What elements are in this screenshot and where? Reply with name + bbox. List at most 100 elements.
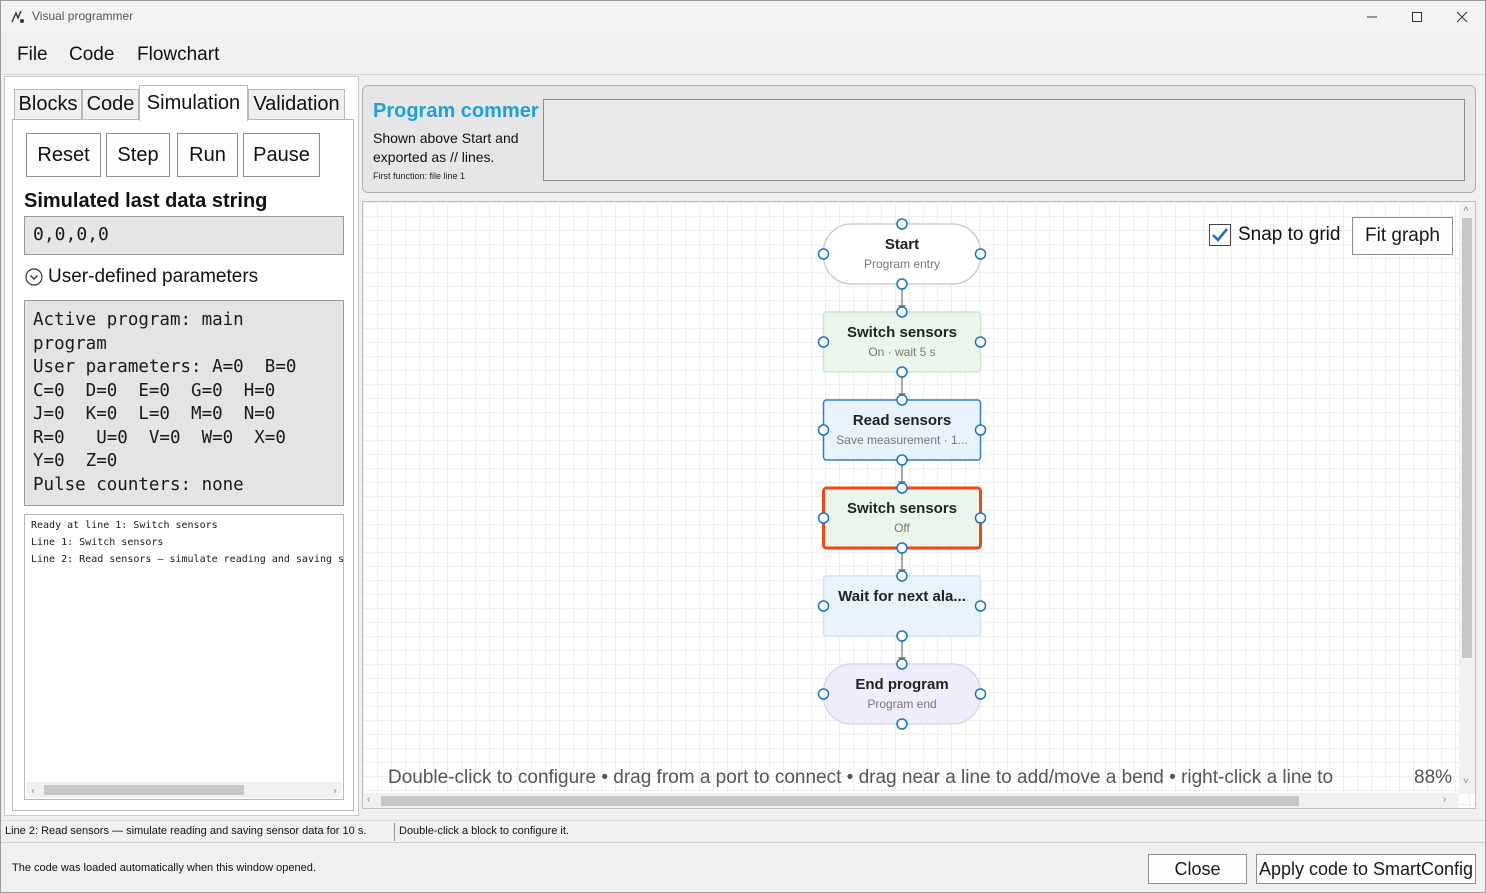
node-box[interactable] [822,663,982,725]
node-port[interactable] [817,424,830,436]
flowchart-canvas[interactable]: Start Program entry Switch sensors On · wai… [362,201,1476,809]
node-box[interactable] [822,486,982,550]
checkmark-icon [1212,228,1229,242]
node-port[interactable] [896,306,908,318]
node-port[interactable] [817,512,830,524]
fit-graph-button[interactable]: Fit graph [1352,217,1453,255]
scroll-up-icon[interactable]: ˄ [1463,204,1469,215]
comment-description: Shown above Start and exported as // lin… [373,130,519,165]
flow-node[interactable]: Wait for next ala... [817,570,987,642]
close-window-button[interactable] [1439,1,1485,33]
title-bar: Visual programmer [1,1,1485,33]
status-line-info: Line 2: Read sensors — simulate reading … [5,825,367,837]
maximize-button[interactable] [1394,1,1440,33]
canvas-vscroll-thumb[interactable] [1462,218,1472,658]
scroll-right-icon[interactable]: › [1443,794,1446,805]
menu-file[interactable]: File [17,44,48,66]
node-port[interactable] [896,718,908,730]
window-title: Visual programmer [32,9,134,23]
reset-button[interactable]: Reset [26,133,101,177]
user-params-label: User-defined parameters [48,266,259,287]
flow-node[interactable]: Start Program entry [817,218,987,290]
node-title: Switch sensors [847,500,957,517]
status-separator [394,823,395,841]
scroll-left-icon[interactable]: ‹ [30,783,36,799]
run-button[interactable]: Run [177,133,238,177]
tab-blocks[interactable]: Blocks [14,89,82,120]
log-horizontal-scrollbar[interactable]: ‹ › [26,782,342,798]
chevron-down-icon [25,268,43,286]
minimize-button[interactable] [1349,1,1395,33]
flow-node[interactable]: End program Program end [817,658,987,730]
snap-to-grid-checkbox[interactable]: Snap to grid [1209,224,1340,246]
tab-code[interactable]: Code [82,89,139,120]
node-port[interactable] [817,248,830,260]
node-port[interactable] [896,630,908,642]
node-subtitle: Off [894,521,910,535]
node-port[interactable] [974,248,987,260]
node-port[interactable] [896,482,908,494]
close-icon [1456,11,1468,23]
node-port[interactable] [974,600,987,612]
canvas-vertical-scrollbar[interactable]: ˄ ˅ [1459,202,1475,794]
comment-input[interactable] [543,99,1465,181]
scroll-left-icon[interactable]: ‹ [367,794,370,805]
node-port[interactable] [896,394,908,406]
node-port[interactable] [974,336,987,348]
flowchart-graph[interactable]: Start Program entry Switch sensors On · wai… [363,202,1459,792]
comment-first-function: First function: file line 1 [373,171,466,181]
flow-node[interactable]: Switch sensors Off [817,482,987,554]
canvas-horizontal-scrollbar[interactable]: ‹ › [363,793,1459,808]
node-port[interactable] [896,218,908,230]
flow-node[interactable]: Switch sensors On · wait 5 s [817,306,987,378]
user-params-toggle[interactable]: User-defined parameters [24,266,258,288]
log-line: Line 1: Switch sensors [31,537,164,548]
log-line: Ready at line 1: Switch sensors [31,520,218,531]
pause-button[interactable]: Pause [243,133,320,177]
close-button[interactable]: Close [1148,854,1247,884]
footer-bar: The code was loaded automatically when t… [1,842,1485,892]
node-port[interactable] [896,454,908,466]
apply-code-button[interactable]: Apply code to SmartConfig [1256,854,1476,884]
app-icon [11,10,24,23]
node-port[interactable] [896,570,908,582]
node-subtitle: Program entry [864,257,940,271]
snap-to-grid-label: Snap to grid [1238,224,1341,245]
node-port[interactable] [896,658,908,670]
simulation-tab-body: Reset Step Run Pause Simulated last data… [12,119,354,811]
node-box[interactable] [822,575,982,637]
node-box[interactable] [822,311,982,373]
node-title: End program [855,676,948,693]
node-subtitle: Program end [867,697,936,711]
menu-flowchart[interactable]: Flowchart [137,44,219,66]
canvas-hscroll-thumb[interactable] [381,796,1299,806]
menu-bar: File Code Flowchart [1,33,1485,75]
node-title: Read sensors [853,412,951,429]
node-port[interactable] [817,600,830,612]
simulation-log[interactable]: Ready at line 1: Switch sensors Line 1: … [24,514,344,800]
node-box[interactable] [822,223,982,285]
scroll-right-icon[interactable]: › [332,783,338,799]
scroll-down-icon[interactable]: ˅ [1463,776,1469,787]
step-button[interactable]: Step [106,133,170,177]
left-panel: Blocks Code Simulation Validation Reset … [4,76,359,816]
tab-validation[interactable]: Validation [248,89,345,120]
tab-simulation[interactable]: Simulation [139,85,248,121]
node-port[interactable] [817,688,830,700]
node-port[interactable] [896,366,908,378]
status-bar: Line 2: Read sensors — simulate reading … [1,820,1485,842]
node-port[interactable] [896,278,908,290]
log-scroll-thumb[interactable] [44,785,244,795]
node-box[interactable] [822,399,982,461]
node-port[interactable] [974,424,987,436]
flow-node[interactable]: Read sensors Save measurement · 1... [817,394,987,466]
app-window: Visual programmer File Code Flowchart Bl… [0,0,1486,893]
menu-code[interactable]: Code [69,44,114,66]
node-port[interactable] [974,512,987,524]
maximize-icon [1412,12,1422,22]
node-port[interactable] [974,688,987,700]
node-port[interactable] [896,542,908,554]
last-data-field[interactable]: 0,0,0,0 [24,216,344,255]
node-port[interactable] [817,336,830,348]
checkbox-icon[interactable] [1209,224,1231,246]
